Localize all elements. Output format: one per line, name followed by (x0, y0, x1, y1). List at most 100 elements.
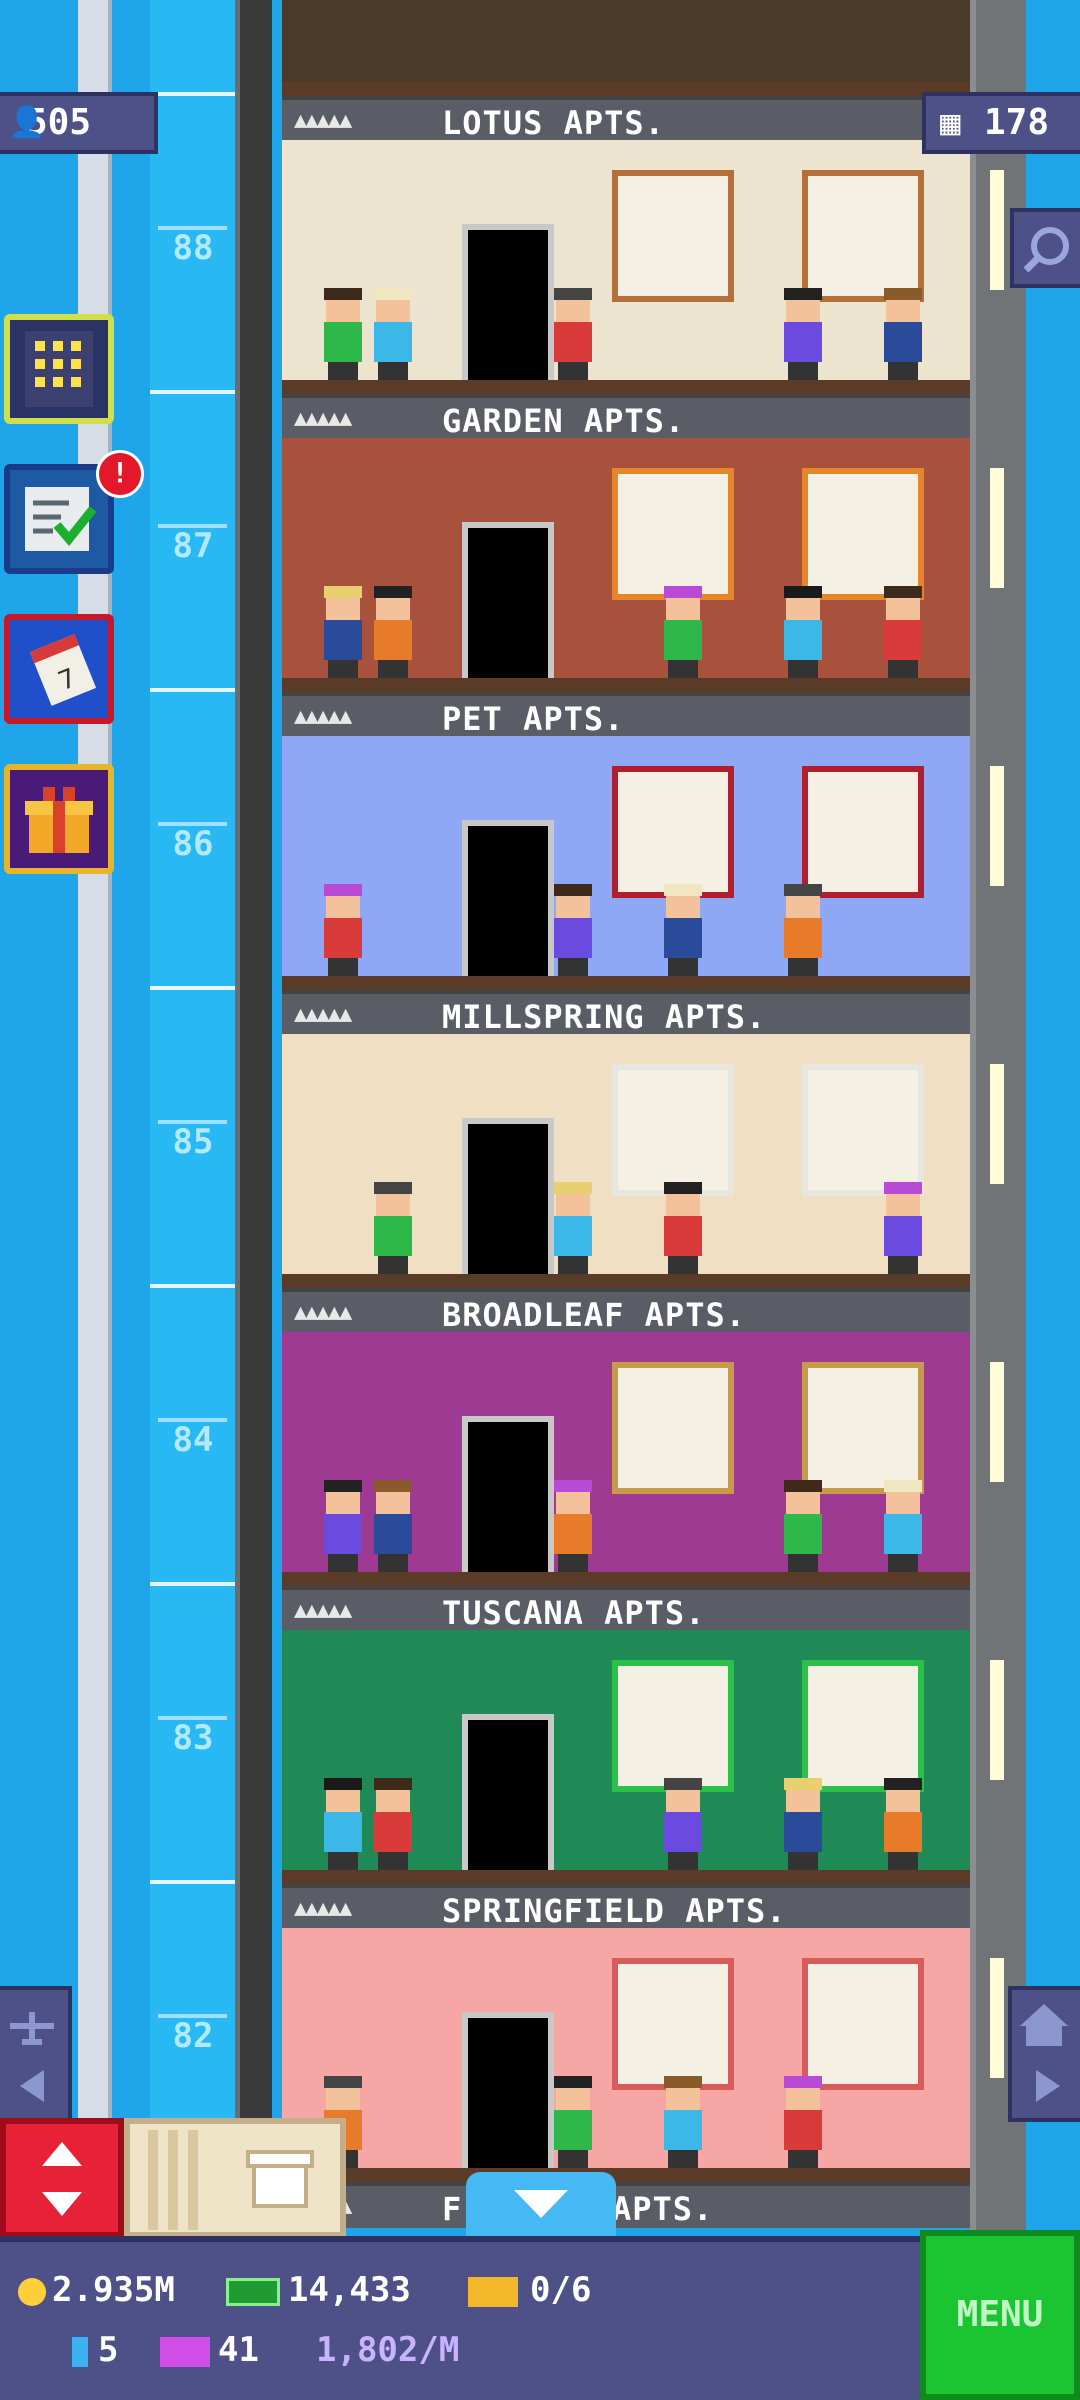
bitizen[interactable] (882, 1778, 924, 1870)
bitizen[interactable] (322, 884, 364, 976)
vip-stat[interactable]: 0/6 (468, 2270, 591, 2310)
bitizen-hair (554, 288, 592, 300)
bitizen-legs (378, 1852, 408, 1870)
floor-label-bar: ▲▲▲▲▲ SPRINGFIELD APTS. (282, 1884, 970, 1930)
pillar-light (990, 1362, 1004, 1482)
bitizen[interactable] (372, 1182, 414, 1274)
bitizen-body (784, 620, 822, 660)
gift-button[interactable] (4, 764, 114, 874)
apartment-room (282, 1630, 970, 1884)
shaft-segment: 84 (150, 1284, 235, 1582)
bitizen-hair (324, 586, 362, 598)
bitizen[interactable] (782, 1778, 824, 1870)
bitizen-hair (324, 1778, 362, 1790)
bitizen-hair (374, 1182, 412, 1194)
window (802, 1362, 924, 1494)
bitizen[interactable] (882, 586, 924, 678)
calendar-button[interactable]: 7 (4, 614, 114, 724)
bitizen[interactable] (882, 1480, 924, 1572)
shaft-floor-number: 83 (172, 1718, 214, 1758)
bitizen-body (884, 1216, 922, 1256)
bitizen[interactable] (322, 288, 364, 380)
bitizen-body (784, 918, 822, 958)
bitizen-hair (784, 2076, 822, 2088)
bitizens-value: 5 (98, 2330, 119, 2370)
bitizen-body (664, 620, 702, 660)
elevator-button[interactable] (0, 2118, 124, 2238)
bitizen-legs (788, 660, 818, 678)
apartment-room (282, 438, 970, 692)
shaft-segment: 85 (150, 986, 235, 1284)
bitizen-legs (328, 958, 358, 976)
coins-stat: 2.935M (18, 2270, 175, 2310)
bitizen-legs (378, 362, 408, 380)
shaft-rail (235, 0, 272, 2230)
bux-value: 14,433 (288, 2270, 411, 2310)
floor-count-badge[interactable]: ▦ 178 (922, 92, 1080, 154)
bitizen[interactable] (322, 1480, 364, 1572)
bitizen-legs (788, 1852, 818, 1870)
visit-right-button[interactable] (1008, 1986, 1080, 2122)
bitizen-hair (374, 1778, 412, 1790)
bitizen[interactable] (322, 1778, 364, 1870)
bitizen[interactable] (782, 586, 824, 678)
bitizen-legs (668, 660, 698, 678)
bux-stat[interactable]: 14,433 (226, 2270, 411, 2310)
bitizen-body (784, 1812, 822, 1852)
bux-icon (226, 2277, 280, 2306)
calendar-icon: 7 (29, 634, 97, 706)
shaft-floor-number: 87 (172, 526, 214, 566)
rating-stars-icon: ▲▲▲▲▲ (294, 704, 352, 729)
bitizen-hair (324, 288, 362, 300)
bitizen[interactable] (372, 288, 414, 380)
door (462, 2012, 554, 2168)
shaft-floor-number: 84 (172, 1420, 214, 1460)
search-button[interactable] (1010, 208, 1080, 288)
pillar-light (990, 468, 1004, 588)
rating-stars-icon: ▲▲▲▲▲ (294, 406, 352, 431)
bitizen[interactable] (782, 884, 824, 976)
scroll-down-button[interactable] (466, 2172, 616, 2236)
bitizen[interactable] (552, 884, 594, 976)
plane-icon (10, 2012, 54, 2102)
bitizen[interactable] (552, 1480, 594, 1572)
visit-left-button[interactable] (0, 1986, 72, 2122)
bitizen[interactable] (552, 1182, 594, 1274)
door (462, 1118, 554, 1274)
bitizen[interactable] (662, 1182, 704, 1274)
bitizen[interactable] (662, 1778, 704, 1870)
bitizen-body (884, 620, 922, 660)
missions-button[interactable]: ! (4, 450, 144, 574)
shaft-floor-number: 82 (172, 2016, 214, 2056)
bitizen[interactable] (882, 1182, 924, 1274)
bitizen[interactable] (322, 586, 364, 678)
bitizen[interactable] (782, 1480, 824, 1572)
rating-stars-icon: ▲▲▲▲▲ (294, 1896, 352, 1921)
bitizen[interactable] (552, 288, 594, 380)
bitizen[interactable] (372, 1778, 414, 1870)
room-floor (282, 82, 970, 96)
bitizen[interactable] (662, 2076, 704, 2168)
bitizen[interactable] (372, 586, 414, 678)
bitizen[interactable] (552, 2076, 594, 2168)
elevator-shaft[interactable]: 89 88878685848382 (150, 0, 235, 2200)
bitizens-stat: 5 (72, 2330, 118, 2370)
bitizen-body (784, 1514, 822, 1554)
population-badge[interactable]: 👤 505 (0, 92, 158, 154)
bitizen[interactable] (662, 586, 704, 678)
build-floor-button[interactable] (4, 314, 114, 424)
bitizen-legs (328, 362, 358, 380)
building-small-icon: ▦ (940, 103, 961, 143)
bitizen[interactable] (372, 1480, 414, 1572)
bitizen[interactable] (662, 884, 704, 976)
storage-crate-button[interactable] (124, 2118, 346, 2238)
floor-label-bar: ▲▲▲▲▲ TUSCANA APTS. (282, 1586, 970, 1632)
bitizen-hair (784, 1480, 822, 1492)
bitizen-hair (324, 2076, 362, 2088)
bitizen[interactable] (882, 288, 924, 380)
bitizen-body (554, 918, 592, 958)
bitizen[interactable] (782, 288, 824, 380)
menu-button[interactable]: MENU (920, 2230, 1080, 2400)
bitizen[interactable] (782, 2076, 824, 2168)
bitizen-legs (788, 958, 818, 976)
